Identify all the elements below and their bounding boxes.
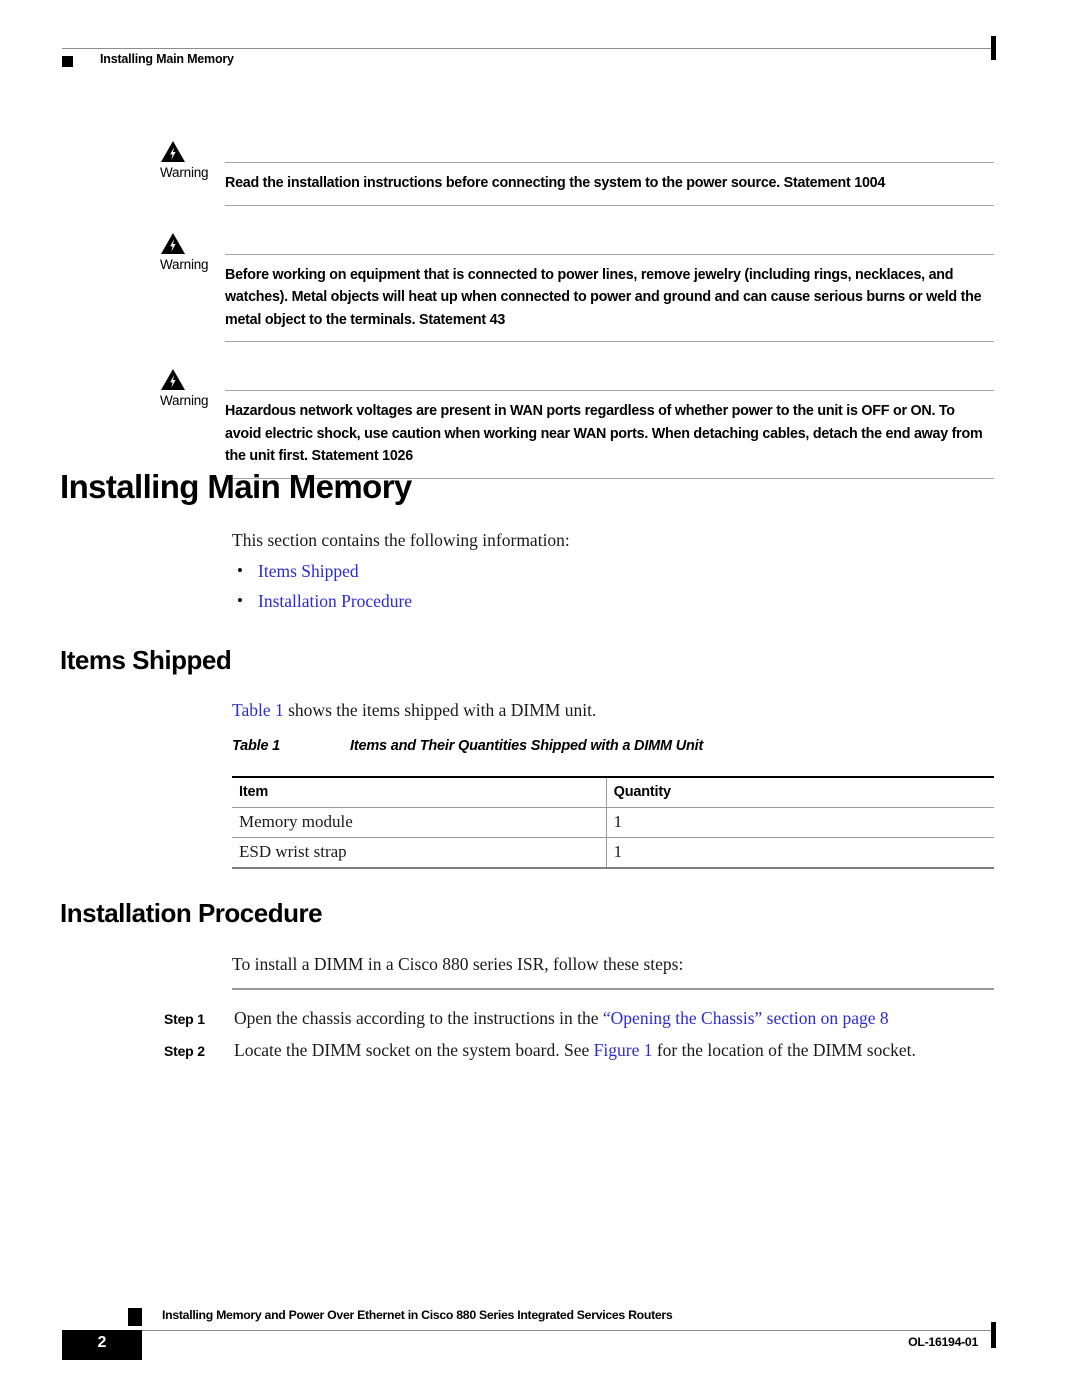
column-header-quantity: Quantity — [605, 776, 994, 808]
table-header-row: Item Quantity — [232, 776, 994, 808]
items-shipped-intro: Table 1 shows the items shipped with a D… — [232, 698, 596, 722]
warning-list: Warning Read the installation instructio… — [62, 140, 994, 505]
list-item[interactable]: • Items Shipped — [232, 556, 412, 586]
warning-body: Before working on equipment that is conn… — [225, 253, 994, 342]
warning-label-column: Warning — [62, 368, 225, 409]
heading-items-shipped: Items Shipped — [60, 645, 232, 675]
bullet-icon: • — [237, 561, 243, 580]
steps-divider — [232, 988, 994, 991]
footer-divider — [62, 1330, 994, 1331]
step-text: Locate the DIMM socket on the system boa… — [234, 1038, 994, 1062]
step-label: Step 1 — [164, 1011, 205, 1028]
step-text-before: Locate the DIMM socket on the system boa… — [234, 1040, 594, 1061]
warning-triangle-lightning-icon — [161, 141, 185, 162]
page-title: Installing Main Memory — [60, 468, 412, 505]
step-text: Open the chassis according to the instru… — [234, 1006, 994, 1030]
cell-quantity: 1 — [605, 807, 994, 838]
section-intro-text: This section contains the following info… — [232, 530, 570, 550]
black-square-icon — [62, 56, 73, 67]
document-number: OL-16194-01 — [908, 1335, 978, 1349]
warning-text: Hazardous network voltages are present i… — [225, 403, 983, 464]
page-number-badge: 2 — [62, 1330, 142, 1360]
table-caption: Table 1 Items and Their Quantities Shippe… — [232, 738, 703, 754]
items-shipped-intro-rest: shows the items shipped with a DIMM unit… — [283, 700, 597, 720]
list-item[interactable]: • Installation Procedure — [232, 586, 412, 616]
step-label: Step 2 — [164, 1043, 205, 1060]
warning-block: Warning Read the installation instructio… — [62, 140, 994, 206]
warning-triangle-lightning-icon — [161, 369, 185, 390]
warning-body: Read the installation instructions befor… — [225, 162, 994, 206]
page-header: Installing Main Memory — [62, 36, 996, 78]
black-square-icon — [128, 1308, 142, 1326]
column-header-item: Item — [232, 776, 607, 808]
section-link-list: • Items Shipped • Installation Procedure — [232, 556, 412, 616]
table-caption-number: Table 1 — [232, 738, 281, 754]
cell-item: Memory module — [232, 807, 607, 838]
page-number: 2 — [97, 1334, 107, 1351]
items-shipped-table: Item Quantity Memory module 1 ESD wrist … — [232, 776, 994, 869]
warning-text: Read the installation instructions befor… — [225, 175, 886, 191]
warning-label: Warning — [160, 165, 209, 180]
link-installation-procedure[interactable]: Installation Procedure — [258, 591, 412, 611]
link-figure-1[interactable]: Figure 1 — [594, 1040, 653, 1060]
warning-body: Hazardous network voltages are present i… — [225, 390, 994, 479]
table-caption-title: Items and Their Quantities Shipped with … — [350, 738, 704, 754]
link-table-1[interactable]: Table 1 — [232, 700, 284, 720]
footer-document-title: Installing Memory and Power Over Etherne… — [162, 1308, 673, 1322]
table-header: Item Quantity — [232, 776, 994, 808]
heading-installation-procedure: Installation Procedure — [60, 898, 323, 928]
cell-item: ESD wrist strap — [232, 837, 607, 869]
warning-label: Warning — [160, 393, 209, 408]
warning-label-column: Warning — [62, 140, 225, 181]
table-body: Memory module 1 ESD wrist strap 1 — [232, 807, 994, 869]
steps-list: Step 1 Open the chassis according to the… — [164, 988, 994, 1070]
header-running-title: Installing Main Memory — [100, 52, 234, 66]
table-row: Memory module 1 — [232, 807, 994, 838]
table-row: ESD wrist strap 1 — [232, 837, 994, 869]
link-items-shipped[interactable]: Items Shipped — [258, 561, 359, 581]
cell-quantity: 1 — [605, 837, 994, 869]
warning-label-column: Warning — [62, 232, 225, 273]
link-opening-the-chassis[interactable]: “Opening the Chassis” section on page 8 — [603, 1008, 889, 1028]
warning-block: Warning Before working on equipment that… — [62, 232, 994, 342]
installation-procedure-intro: To install a DIMM in a Cisco 880 series … — [232, 954, 684, 974]
step-row: Step 1 Open the chassis according to the… — [164, 1006, 994, 1030]
bullet-icon: • — [237, 591, 243, 610]
warning-block: Warning Hazardous network voltages are p… — [62, 368, 994, 479]
header-divider — [62, 48, 994, 49]
warning-text: Before working on equipment that is conn… — [225, 266, 982, 328]
warning-label: Warning — [160, 256, 209, 272]
footer-edge-tick-mark — [991, 1322, 996, 1348]
step-row: Step 2 Locate the DIMM socket on the sys… — [164, 1038, 994, 1062]
page-footer: Installing Memory and Power Over Etherne… — [62, 1308, 996, 1368]
step-text-after: for the location of the DIMM socket. — [652, 1040, 916, 1061]
step-text-before: Open the chassis according to the instru… — [234, 1008, 603, 1029]
warning-triangle-lightning-icon — [161, 232, 185, 254]
header-edge-tick-mark — [991, 36, 996, 60]
